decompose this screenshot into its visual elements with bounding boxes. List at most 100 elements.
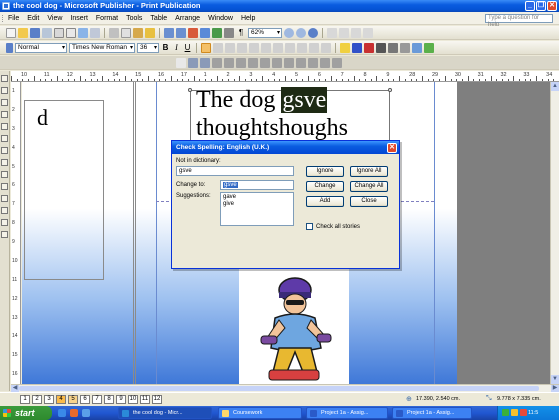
redo-icon[interactable] (176, 27, 186, 38)
start-button[interactable]: start (0, 406, 52, 420)
arrow-icon[interactable] (1, 159, 8, 166)
zoom-in-icon[interactable] (296, 27, 306, 38)
page-tab-12[interactable]: 12 (152, 395, 162, 404)
close-button[interactable]: Close (350, 196, 388, 207)
page-tab-4[interactable]: 4 (56, 395, 66, 404)
add-button[interactable]: Add (306, 196, 344, 207)
horizontal-scroll-thumb[interactable] (19, 386, 539, 391)
picture-frame-icon[interactable] (1, 123, 8, 130)
misspelled-word[interactable]: gsve (281, 87, 328, 113)
print-preview-icon[interactable] (66, 27, 76, 38)
columns-icon[interactable] (224, 27, 234, 38)
form-control-icon[interactable] (1, 219, 8, 226)
not-in-dictionary-field[interactable]: gsve (176, 166, 294, 176)
task-project-2[interactable]: Project 1a - Assig... (392, 407, 472, 419)
new-icon[interactable] (6, 27, 16, 38)
left-text-frame[interactable]: d (24, 100, 104, 280)
page-tab-8[interactable]: 8 (104, 395, 114, 404)
menu-view[interactable]: View (47, 15, 62, 22)
hyperlink-icon[interactable] (212, 27, 222, 38)
align-center-icon[interactable] (213, 42, 223, 53)
security-icon[interactable] (520, 409, 527, 416)
horizontal-scrollbar[interactable]: ◀ ▶ (11, 384, 559, 392)
scroll-down-icon[interactable]: ▼ (551, 375, 559, 384)
check-all-stories-checkbox[interactable] (306, 223, 313, 230)
decrease-font-icon[interactable] (309, 42, 319, 53)
next-frame-icon[interactable] (363, 27, 373, 38)
menu-grip-icon[interactable] (2, 15, 4, 22)
underline-button[interactable]: U (183, 43, 192, 52)
close-icon[interactable]: ✕ (547, 1, 557, 11)
bring-to-front-icon[interactable] (188, 27, 198, 38)
show-desktop-icon[interactable] (58, 409, 66, 417)
line-color-icon[interactable] (352, 42, 362, 53)
crop-icon[interactable] (248, 57, 258, 68)
spelling-icon[interactable] (78, 27, 88, 38)
increase-font-icon[interactable] (321, 42, 331, 53)
format-picture-icon[interactable] (308, 57, 318, 68)
restore-icon[interactable]: ❐ (536, 1, 546, 11)
horizontal-ruler[interactable]: 10 11 12 13 14 15 16 17 1 2 3 4 5 6 7 8 9 28 29 30 31 32 33 34 (11, 71, 559, 82)
suggestions-list[interactable]: gave give (220, 192, 294, 226)
help-icon[interactable] (308, 27, 318, 38)
font-color-icon[interactable] (364, 42, 374, 53)
decrease-indent-icon[interactable] (285, 42, 295, 53)
cyclist-clip-art[interactable] (239, 268, 349, 384)
more-contrast-icon[interactable] (200, 57, 210, 68)
align-left-icon[interactable] (201, 42, 211, 53)
page-tab-10[interactable]: 10 (128, 395, 138, 404)
scroll-up-icon[interactable]: ▲ (551, 82, 559, 91)
rectangle-icon[interactable] (1, 183, 8, 190)
rotate-icon[interactable] (260, 57, 270, 68)
volume-icon[interactable] (511, 409, 518, 416)
menu-format[interactable]: Format (96, 15, 118, 22)
undo-icon[interactable] (164, 27, 174, 38)
pilcrow-icon[interactable]: ¶ (236, 28, 246, 38)
send-to-back-icon[interactable] (200, 27, 210, 38)
bold-button[interactable]: B (161, 43, 170, 52)
format-painter-icon[interactable] (145, 27, 155, 38)
styles-icon[interactable] (6, 42, 13, 53)
change-all-button[interactable]: Change All (350, 181, 388, 192)
page-tab-6[interactable]: 6 (80, 395, 90, 404)
transparent-color-icon[interactable] (320, 57, 330, 68)
more-brightness-icon[interactable] (224, 57, 234, 68)
insert-table-icon[interactable] (1, 99, 8, 106)
italic-button[interactable]: I (172, 43, 181, 52)
zoom-out-icon[interactable] (284, 27, 294, 38)
minimize-icon[interactable]: _ (525, 1, 535, 11)
task-coursework[interactable]: Coursework (218, 407, 302, 419)
reset-picture-icon[interactable] (332, 57, 342, 68)
suggestion-item[interactable]: give (223, 201, 291, 208)
save-icon[interactable] (30, 27, 40, 38)
media-player-icon[interactable] (70, 409, 78, 417)
research-icon[interactable] (90, 27, 100, 38)
line-style-icon[interactable] (272, 57, 282, 68)
menu-tools[interactable]: Tools (126, 15, 142, 22)
align-right-icon[interactable] (225, 42, 235, 53)
fill-color-icon[interactable] (340, 42, 350, 53)
print-icon[interactable] (54, 27, 64, 38)
less-contrast-icon[interactable] (212, 57, 222, 68)
menu-file[interactable]: File (8, 15, 19, 22)
compress-icon[interactable] (284, 57, 294, 68)
ignore-all-button[interactable]: Ignore All (350, 166, 388, 177)
page-tab-2[interactable]: 2 (32, 395, 42, 404)
shadow-style-icon[interactable] (412, 42, 422, 53)
insert-picture-icon[interactable] (176, 57, 186, 68)
increase-indent-icon[interactable] (297, 42, 307, 53)
change-button[interactable]: Change (306, 181, 344, 192)
text-wrap-icon[interactable] (296, 57, 306, 68)
publisher-app-icon[interactable] (2, 2, 10, 10)
page-tab-1[interactable]: 1 (20, 395, 30, 404)
font-select[interactable]: Times New Roman (69, 42, 135, 53)
wordart-icon[interactable] (1, 111, 8, 118)
page-tab-5[interactable]: 5 (68, 395, 78, 404)
clip-art-icon[interactable] (1, 135, 8, 142)
line-style-icon[interactable] (376, 42, 386, 53)
text-box-icon[interactable] (1, 87, 8, 94)
style-select[interactable]: Normal (15, 42, 67, 53)
justify-icon[interactable] (237, 42, 247, 53)
menu-insert[interactable]: Insert (70, 15, 88, 22)
color-icon[interactable] (188, 57, 198, 68)
